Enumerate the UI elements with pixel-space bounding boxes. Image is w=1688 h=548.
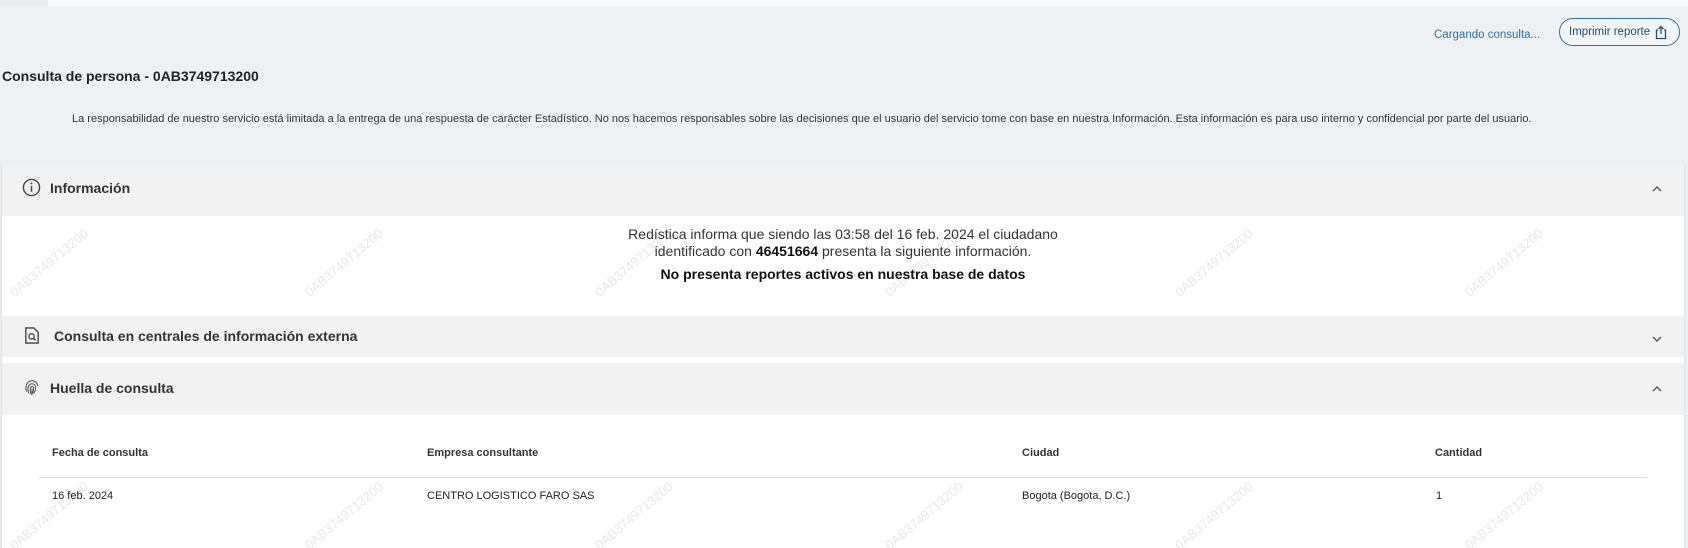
page-title: Consulta de persona - 0AB3749713200 — [2, 68, 259, 84]
no-reports-message: No presenta reportes activos en nuestra … — [660, 266, 1026, 282]
disclaimer-text: La responsabilidad de nuestro servicio e… — [72, 113, 1532, 125]
info-line-1: Redística informa que siendo las 03:58 d… — [628, 226, 1058, 242]
section-header-centrales[interactable]: Consulta en centrales de información ext… — [2, 316, 1684, 357]
top-strip — [0, 0, 1688, 6]
citizen-id: 46451664 — [755, 243, 819, 259]
print-report-button[interactable]: Imprimir reporte — [1559, 18, 1680, 46]
top-strip-tab — [0, 0, 48, 6]
table-cell-cantidad: 1 — [1436, 490, 1443, 502]
table-cell-empresa: CENTRO LOGISTICO FARO SAS — [427, 490, 595, 502]
section-header-informacion[interactable]: Información — [2, 163, 1684, 216]
chevron-up-icon[interactable] — [1650, 382, 1664, 396]
section-header-huella[interactable]: Huella de consulta — [2, 363, 1684, 415]
section-title-centrales: Consulta en centrales de información ext… — [54, 328, 358, 344]
fingerprint-icon — [25, 380, 39, 395]
column-header-empresa: Empresa consultante — [427, 447, 539, 459]
chevron-up-icon[interactable] — [1650, 182, 1664, 196]
table-cell-fecha: 16 feb. 2024 — [52, 490, 114, 502]
column-header-ciudad: Ciudad — [1022, 447, 1060, 459]
info-circle-icon — [22, 178, 41, 197]
table-divider — [39, 477, 1647, 478]
print-report-label: Imprimir reporte — [1569, 26, 1651, 38]
section-title-informacion: Información — [50, 180, 131, 196]
chevron-down-icon[interactable] — [1650, 332, 1664, 346]
column-header-cantidad: Cantidad — [1435, 447, 1483, 459]
share-icon — [1655, 25, 1667, 40]
informacion-body: Redística informa que siendo las 03:58 d… — [2, 217, 1684, 317]
column-header-fecha: Fecha de consulta — [52, 447, 148, 459]
results-card: 0AB3749713200 0AB3749713200 0AB374971320… — [2, 163, 1684, 548]
loading-status: Cargando consulta... — [1434, 29, 1541, 41]
info-line-2-prefix: identificado con — [654, 243, 756, 259]
document-search-icon — [25, 327, 39, 344]
huella-table: Fecha de consulta Empresa consultante Ci… — [2, 415, 1684, 548]
info-line-2-suffix: presenta la siguiente información. — [818, 243, 1032, 259]
section-title-huella: Huella de consulta — [50, 380, 174, 396]
table-cell-ciudad: Bogota (Bogota, D.C.) — [1022, 490, 1131, 502]
info-line-2: identificado con 46451664 presenta la si… — [2, 243, 1684, 259]
